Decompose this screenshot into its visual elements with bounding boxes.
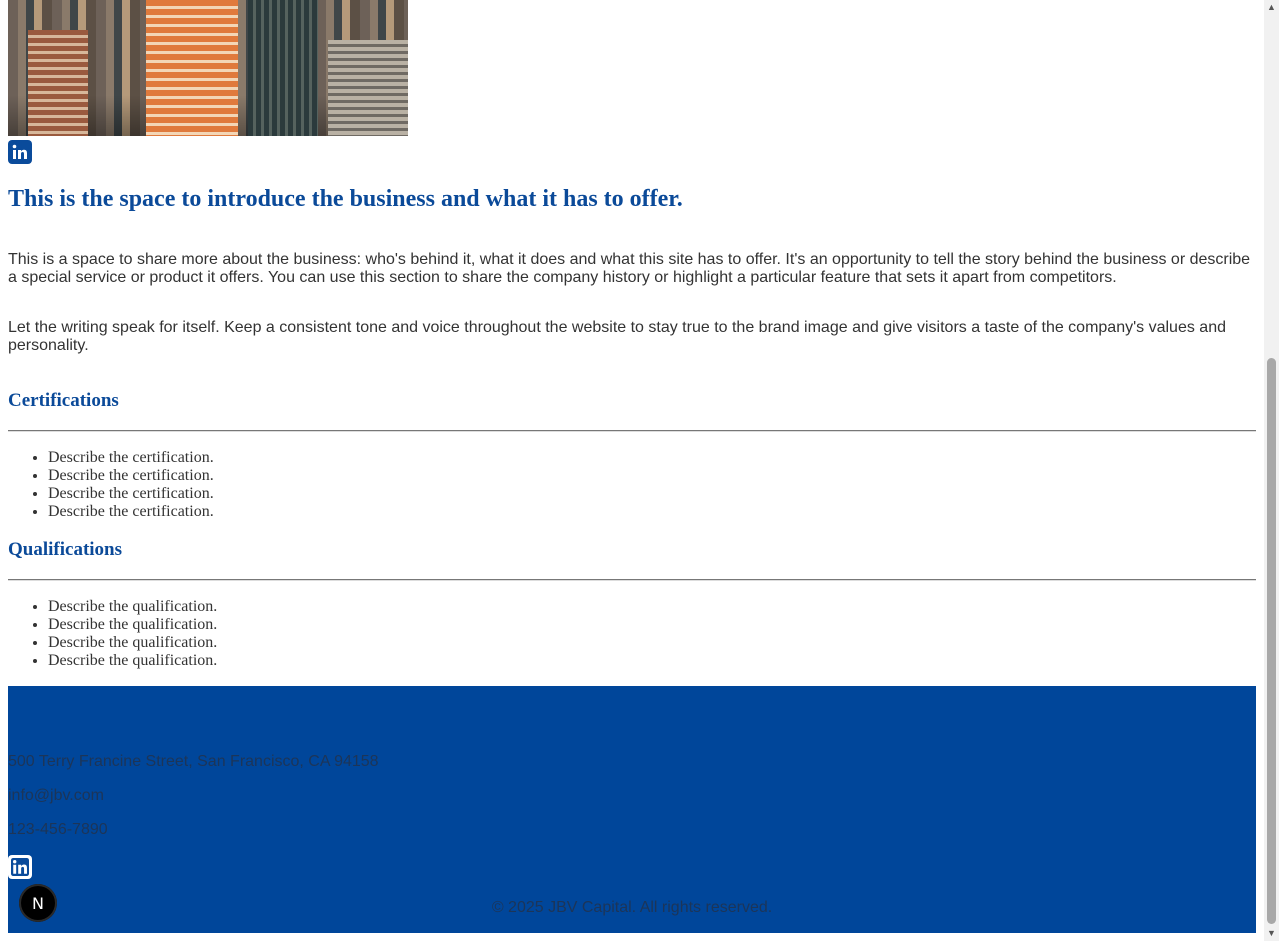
hero-city-image <box>8 0 408 136</box>
list-item: Describe the qualification. <box>48 598 217 616</box>
qualifications-heading: Qualifications <box>8 539 123 560</box>
divider <box>8 430 1256 432</box>
page: This is the space to introduce the busin… <box>0 0 1264 941</box>
certifications-list: Describe the certification. Describe the… <box>8 449 214 521</box>
footer: 500 Terry Francine Street, San Francisco… <box>8 686 1256 933</box>
footer-address: 500 Terry Francine Street, San Francisco… <box>8 753 379 770</box>
linkedin-icon[interactable] <box>8 140 32 164</box>
divider <box>8 579 1256 581</box>
scroll-up-arrow-icon[interactable]: ▲ <box>1264 0 1279 15</box>
intro-heading: This is the space to introduce the busin… <box>8 186 683 212</box>
list-item: Describe the certification. <box>48 449 214 467</box>
list-item: Describe the qualification. <box>48 652 217 670</box>
list-item: Describe the qualification. <box>48 634 217 652</box>
certifications-heading: Certifications <box>8 390 119 411</box>
linkedin-icon[interactable] <box>8 855 32 879</box>
intro-paragraph: Let the writing speak for itself. Keep a… <box>8 319 1226 354</box>
footer-phone[interactable]: 123-456-7890 <box>8 821 108 839</box>
n-logo-icon[interactable]: N <box>19 884 57 922</box>
vertical-scrollbar[interactable]: ▲ ▼ <box>1264 0 1279 941</box>
list-item: Describe the certification. <box>48 467 214 485</box>
list-item: Describe the certification. <box>48 503 214 521</box>
list-item: Describe the certification. <box>48 485 214 503</box>
intro-paragraph: This is a space to share more about the … <box>8 251 1251 286</box>
scrollbar-thumb[interactable] <box>1267 358 1276 924</box>
list-item: Describe the qualification. <box>48 616 217 634</box>
scroll-down-arrow-icon[interactable]: ▼ <box>1264 926 1279 941</box>
qualifications-list: Describe the qualification. Describe the… <box>8 598 217 670</box>
footer-email[interactable]: info@jbv.com <box>8 787 104 805</box>
badge-letter: N <box>32 893 44 913</box>
footer-copyright: © 2025 JBV Capital. All rights reserved. <box>491 899 773 916</box>
